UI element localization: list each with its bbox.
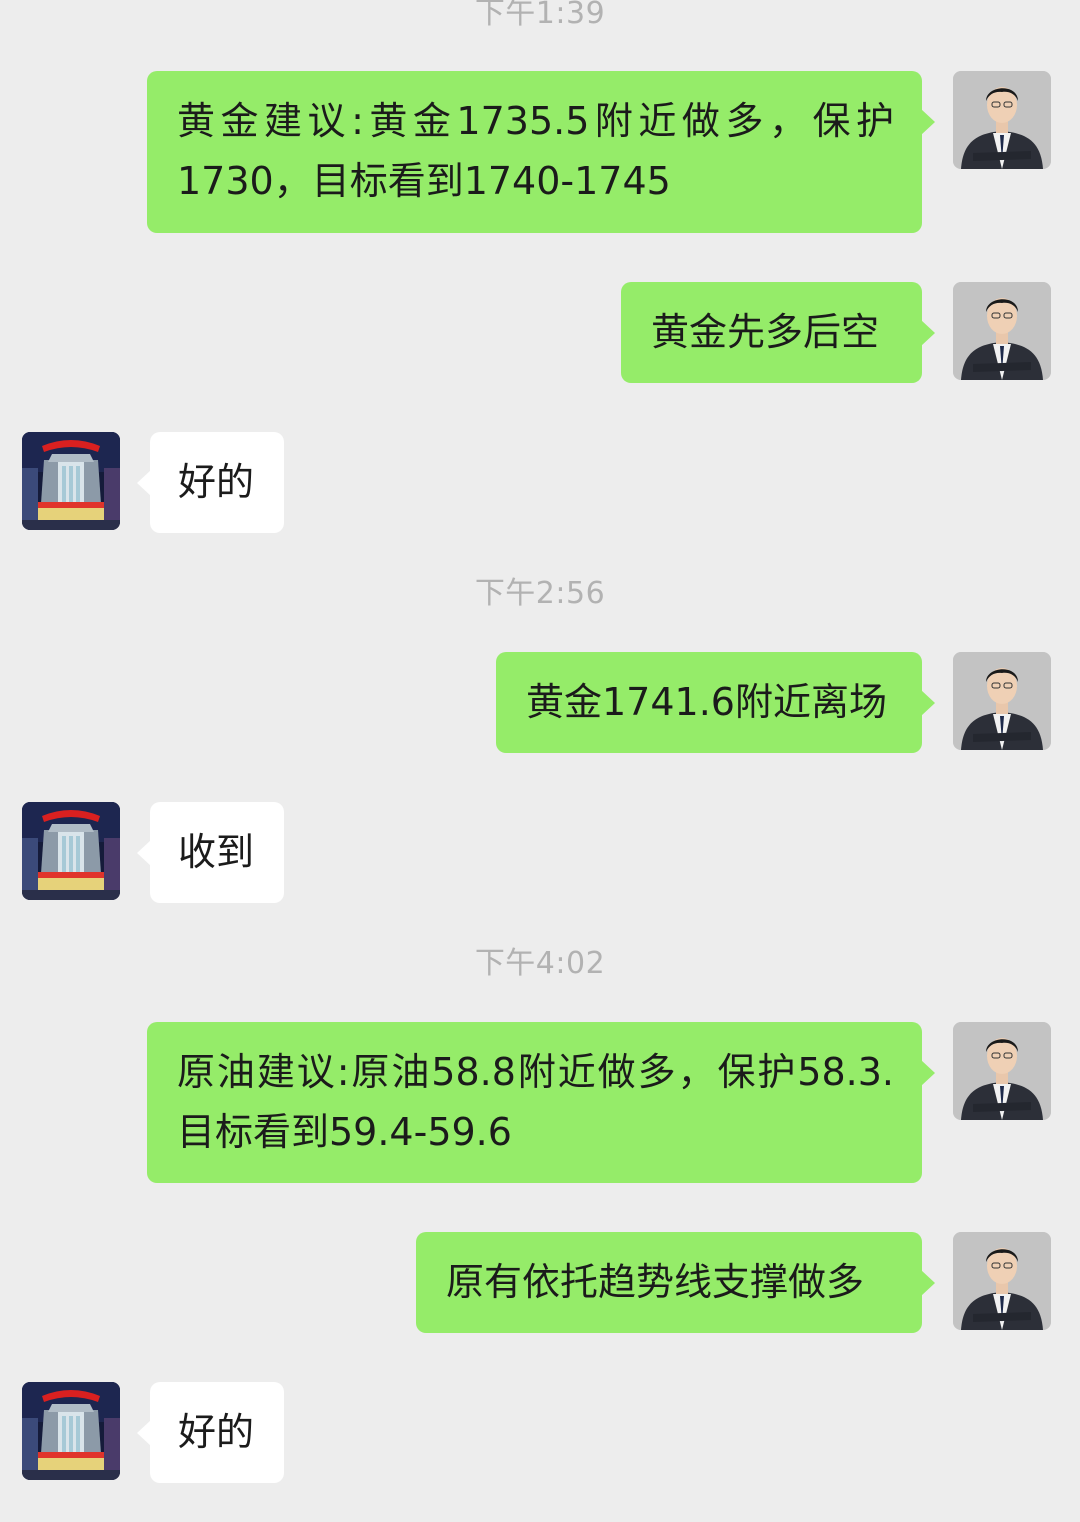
lit-building-at-night-avatar-icon[interactable] bbox=[22, 1382, 120, 1480]
outgoing-message[interactable]: 黄金建议:黄金1735.5附近做多，保护1730，目标看到1740-1745 bbox=[147, 71, 935, 233]
outgoing-message[interactable]: 原有依托趋势线支撑做多 bbox=[416, 1232, 935, 1333]
incoming-message[interactable]: 好的 bbox=[137, 1382, 284, 1483]
lit-building-at-night-avatar-icon[interactable] bbox=[22, 432, 120, 530]
outgoing-message[interactable]: 原油建议:原油58.8附近做多，保护58.3.目标看到59.4-59.6 bbox=[147, 1022, 935, 1183]
chat-window: 下午1:39 黄金建议:黄金1735.5附近做多，保护1730，目标看到1740… bbox=[0, 0, 1080, 1522]
timestamp: 下午4:02 bbox=[474, 946, 606, 981]
incoming-message[interactable]: 好的 bbox=[137, 432, 284, 533]
lit-building-at-night-avatar-icon[interactable] bbox=[22, 802, 120, 900]
outgoing-message[interactable]: 黄金先多后空 bbox=[621, 282, 935, 383]
outgoing-message[interactable]: 黄金1741.6附近离场 bbox=[496, 652, 935, 753]
man-in-suit-avatar-icon[interactable] bbox=[953, 1022, 1051, 1120]
timestamp: 下午2:56 bbox=[474, 576, 606, 611]
timestamp: 下午1:39 bbox=[474, 0, 606, 31]
incoming-message[interactable]: 收到 bbox=[137, 802, 284, 903]
man-in-suit-avatar-icon[interactable] bbox=[953, 652, 1051, 750]
man-in-suit-avatar-icon[interactable] bbox=[953, 71, 1051, 169]
man-in-suit-avatar-icon[interactable] bbox=[953, 1232, 1051, 1330]
man-in-suit-avatar-icon[interactable] bbox=[953, 282, 1051, 380]
